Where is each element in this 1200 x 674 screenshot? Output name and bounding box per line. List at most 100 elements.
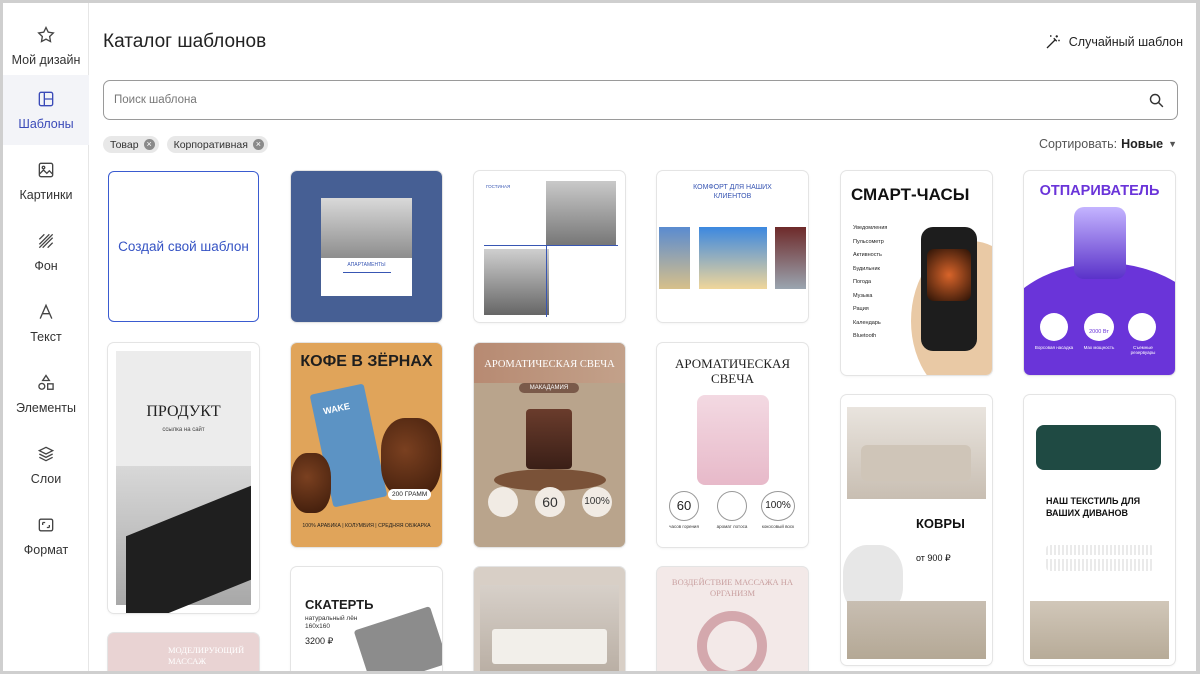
search-bar [103, 80, 1178, 120]
main-panel: Каталог шаблонов Случайный шаблон Товар … [89, 3, 1196, 671]
layers-icon [37, 446, 55, 462]
card-title: КОМФОРТ ДЛЯ НАШИХ КЛИЕНТОВ [693, 184, 772, 200]
feature-item: Уведомления [853, 225, 888, 231]
filter-chip-corporate[interactable]: Корпоративная × [166, 136, 268, 153]
feature-caption: Max мощность [1083, 345, 1115, 350]
sidebar-item-templates[interactable]: Шаблоны [3, 75, 89, 145]
feature-item: Пульсометр [853, 238, 884, 245]
create-template-card[interactable]: Создай свой шаблон [108, 171, 259, 322]
card-title: НАШ ТЕКСТИЛЬ ДЛЯ ВАШИХ ДИВАНОВ [1046, 496, 1141, 518]
star-icon [37, 25, 55, 43]
text-icon [39, 303, 53, 319]
interior-photo-1 [546, 181, 616, 245]
random-template-button[interactable]: Случайный шаблон [1044, 33, 1183, 51]
filter-chips: Товар × Корпоративная × [103, 136, 268, 153]
divider [343, 272, 391, 273]
sidebar-item-my-design[interactable]: Мой дизайн [3, 11, 89, 81]
stat-hours: 60 [669, 491, 699, 521]
image-icon [38, 162, 54, 178]
pack-label: WAKE [322, 400, 351, 417]
template-card-apartments[interactable]: АПАРТАМЕНТЫ [291, 171, 442, 322]
card-subtitle: МАКАДАМИЯ [519, 383, 579, 393]
card-title: ВОЗДЕЙСТВИЕ МАССАЖА НА ОРГАНИЗМ [671, 577, 794, 598]
card-title: АПАРТАМЕНТЫ [347, 262, 386, 268]
sidebar-item-images[interactable]: Картинки [3, 146, 89, 216]
watch-face [927, 249, 971, 301]
feature-item: Погода [853, 279, 872, 285]
template-card-textile[interactable]: НАШ ТЕКСТИЛЬ ДЛЯ ВАШИХ ДИВАНОВ [1024, 395, 1175, 665]
coffee-beans [381, 418, 441, 498]
feature-item: Рация [853, 306, 869, 312]
template-card-product[interactable]: ПРОДУКТ ссылка на сайт [108, 343, 259, 613]
template-card-tablecloth[interactable]: СКАТЕРТЬ натуральный лён 160x160 3200 ₽ [291, 567, 442, 671]
stat-caption: кокосовый воск [761, 524, 795, 529]
stat-hours: 60 [535, 487, 565, 517]
card-footer: 100% АРАБИКА | КОЛУМБИЯ | СРЕДНЯЯ ОБЖАРК… [302, 523, 431, 529]
card-title: ОТПАРИВАТЕЛЬ [1039, 183, 1160, 199]
sidebar-item-elements[interactable]: Элементы [3, 359, 89, 429]
feature-item: Календарь [853, 319, 881, 326]
bed-shape [492, 629, 607, 664]
feature-item: Bluetooth [853, 333, 877, 339]
template-card-massage-effects[interactable]: ВОЗДЕЙСТВИЕ МАССАЖА НА ОРГАНИЗМ [657, 567, 808, 671]
close-icon[interactable]: × [143, 139, 155, 150]
close-icon[interactable]: × [252, 139, 264, 150]
card-title: МОДЕЛИРУЮЩИЙ МАССАЖ [168, 645, 245, 666]
template-card-living-room[interactable]: ГОСТИНАЯ [474, 171, 625, 322]
card-size: 160x160 [305, 623, 330, 630]
sofa-photo [1030, 601, 1169, 659]
card-link: ссылка на сайт [162, 427, 205, 433]
template-card-candle-lotus[interactable]: АРОМАТИЧЕСКАЯ СВЕЧА 60 100% часов горени… [657, 343, 808, 547]
candle-jar [526, 409, 572, 469]
divider [546, 245, 547, 317]
stat-wax: 100% [582, 487, 612, 517]
search-icon[interactable] [1148, 92, 1165, 109]
card-title: КОВРЫ [916, 516, 965, 531]
template-card-carpets[interactable]: КОВРЫ от 900 ₽ [841, 395, 992, 665]
magic-wand-icon [1046, 35, 1060, 49]
feature-circle [1128, 313, 1156, 341]
create-template-label: Создай свой шаблон [118, 239, 249, 254]
template-card-candle-macadamia[interactable]: АРОМАТИЧЕСКАЯ СВЕЧА МАКАДАМИЯ 60 100% [474, 343, 625, 547]
random-template-label: Случайный шаблон [1068, 35, 1183, 49]
template-card-steamer[interactable]: ОТПАРИВАТЕЛЬ 2000 Вт Ворсовая насадка Ma… [1024, 171, 1175, 375]
sidebar-item-format[interactable]: Формат [3, 501, 89, 571]
sidebar-item-label: Мой дизайн [11, 53, 81, 67]
tags-area [1046, 545, 1154, 571]
sidebar-item-label: Формат [23, 543, 69, 557]
sidebar-item-layers[interactable]: Слои [3, 430, 89, 500]
app-window: Мой дизайн Шаблоны Картинки Фон Текст Эл… [0, 0, 1200, 674]
feature-item: Музыка [853, 292, 873, 299]
sort-dropdown[interactable]: Сортировать: Новые ▼ [1039, 137, 1177, 151]
feature-item: Будильник [853, 265, 880, 272]
card-image: ПРОДУКТ ссылка на сайт [116, 351, 251, 613]
chip-label: Корпоративная [173, 138, 248, 151]
sidebar-item-background[interactable]: Фон [3, 217, 89, 287]
sidebar-item-label: Картинки [19, 188, 73, 202]
feature-item: Активность [853, 252, 882, 258]
chevron-down-icon: ▼ [1168, 139, 1177, 149]
card-title: АРОМАТИЧЕСКАЯ СВЕЧА [674, 356, 791, 386]
sidebar-item-text[interactable]: Текст [3, 288, 89, 358]
search-input[interactable] [114, 90, 1114, 110]
template-card-bedroom[interactable] [474, 567, 625, 671]
photo-2 [699, 227, 767, 289]
card-title: СМАРТ-ЧАСЫ [851, 185, 970, 204]
stat-wax: 100% [761, 491, 795, 521]
card-title: ГОСТИНАЯ [486, 184, 511, 189]
template-card-smartwatch[interactable]: СМАРТ-ЧАСЫ Уведомления Пульсометр Активнос… [841, 171, 992, 375]
template-icon [38, 91, 54, 107]
shapes-icon [38, 374, 54, 390]
stat-badge [488, 487, 518, 517]
template-card-comfort[interactable]: КОМФОРТ ДЛЯ НАШИХ КЛИЕНТОВ [657, 171, 808, 322]
template-card-coffee[interactable]: КОФЕ В ЗЁРНАХ WAKE 200 ГРАММ 100% АРАБИК… [291, 343, 442, 547]
template-card-massage[interactable]: МОДЕЛИРУЮЩИЙ МАССАЖ [108, 633, 259, 671]
stat-caption: часов горения [669, 524, 699, 529]
filter-chip-product[interactable]: Товар × [103, 136, 159, 153]
green-sofa-image [1036, 425, 1161, 470]
feature-caption: Ворсовая насадка [1034, 345, 1074, 350]
chip-label: Товар [110, 138, 139, 151]
feature-circle [1040, 313, 1068, 341]
card-title: КОФЕ В ЗЁРНАХ [300, 353, 433, 370]
card-price: от 900 ₽ [916, 553, 951, 563]
